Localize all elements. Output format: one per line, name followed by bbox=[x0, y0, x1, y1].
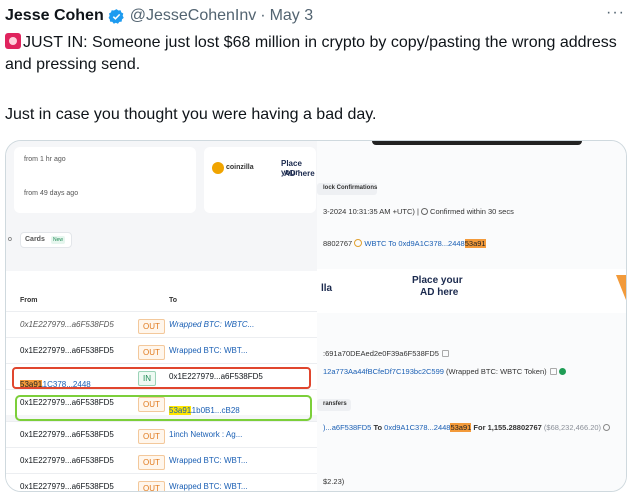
coinzilla-logo-icon bbox=[212, 162, 224, 174]
tabs-bar: o Cards New bbox=[6, 225, 317, 255]
table-row[interactable]: 0x1E227979...a6F538FD5 OUT Wrapped BTC: … bbox=[6, 337, 317, 363]
col-to: To bbox=[169, 297, 178, 304]
author-handle[interactable]: @JesseCohenInv bbox=[130, 7, 257, 25]
tweet-line2: Just in case you thought you were having… bbox=[5, 106, 377, 123]
new-badge: New bbox=[51, 236, 66, 244]
verified-badge-icon bbox=[108, 8, 124, 24]
explorer-right-panel: lock Confirmations 3-2024 10:31:35 AM +U… bbox=[317, 141, 626, 491]
row-from[interactable]: 0x1E227979...a6F538FD5 bbox=[20, 430, 114, 439]
row-from[interactable]: 0x1E227979...a6F538FD5 bbox=[20, 320, 114, 329]
row-from[interactable]: 0x1E227979...a6F538FD5 bbox=[20, 482, 114, 491]
col-from: From bbox=[20, 297, 38, 304]
tweet-media-image[interactable]: from 1 hr ago from 49 days ago coinzilla… bbox=[5, 140, 627, 492]
table-row[interactable]: 0x1E227979...a6F538FD5 OUT Wrapped BTC: … bbox=[6, 311, 317, 337]
ad-arrow-icon bbox=[616, 275, 626, 305]
direction-tag: OUT bbox=[138, 481, 165, 491]
more-options-icon[interactable]: ··· bbox=[606, 4, 625, 22]
clock-icon bbox=[421, 208, 429, 215]
table-header: From To bbox=[6, 271, 317, 311]
time-from-49days: from 49 days ago bbox=[24, 190, 79, 197]
address-row-1[interactable]: :691a70DEAed2e0F39a6F538FD5 bbox=[323, 349, 449, 358]
time-from-1hr: from 1 hr ago bbox=[24, 156, 66, 163]
ad-banner[interactable]: lla Place your AD here bbox=[317, 269, 626, 313]
direction-tag: OUT bbox=[138, 319, 165, 334]
bottom-value: $2.23) bbox=[323, 477, 345, 486]
explorer-left-panel: from 1 hr ago from 49 days ago coinzilla… bbox=[6, 141, 317, 491]
coinzilla-label: coinzilla bbox=[226, 164, 254, 171]
row-to[interactable]: Wrapped BTC: WBT... bbox=[169, 346, 248, 355]
ad-card[interactable]: coinzilla Place your AD here bbox=[204, 147, 316, 213]
direction-tag: OUT bbox=[138, 345, 165, 360]
row-to[interactable]: Wrapped BTC: WBT... bbox=[169, 456, 248, 465]
block-confirmations-label: lock Confirmations bbox=[323, 185, 378, 191]
tweet-date[interactable]: May 3 bbox=[270, 7, 314, 25]
address-row-2[interactable]: 12a773Aa44fBCfeDf7C193bc2C599 (Wrapped B… bbox=[323, 367, 566, 376]
tab-cards[interactable]: Cards New bbox=[20, 232, 72, 248]
ad-brand: lla bbox=[321, 283, 333, 294]
separator-dot: · bbox=[260, 7, 266, 24]
row-to[interactable]: Wrapped BTC: WBT... bbox=[169, 482, 248, 491]
table-row[interactable]: 0x1E227979...a6F538FD5 OUT Wrapped BTC: … bbox=[6, 473, 317, 491]
row-from[interactable]: 0x1E227979...a6F538FD5 bbox=[20, 346, 114, 355]
highlight-box-red bbox=[12, 367, 311, 389]
ad-here: AD here bbox=[420, 287, 459, 298]
transfers-label: ransfers bbox=[323, 401, 347, 407]
row-to[interactable]: Wrapped BTC: WBTC... bbox=[169, 320, 254, 329]
highlight-box-green bbox=[15, 395, 312, 421]
info-icon bbox=[603, 424, 611, 431]
time-card: from 1 hr ago from 49 days ago bbox=[14, 147, 196, 213]
copy-icon[interactable] bbox=[441, 350, 449, 357]
copy-icon[interactable] bbox=[549, 368, 557, 375]
tab-prev[interactable]: o bbox=[8, 236, 12, 243]
tweet-header: Jesse Cohen @JesseCohenInv · May 3 bbox=[5, 5, 629, 27]
ad-here: AD here bbox=[284, 169, 315, 178]
tweet-text: JUST IN: Someone just lost $68 million i… bbox=[5, 32, 625, 76]
tweet-line1: JUST IN: Someone just lost $68 million i… bbox=[5, 34, 617, 73]
verified-check-icon bbox=[558, 368, 566, 375]
transfer-row: )...a6F538FD5 To 0xd9A1C378...244853a91 … bbox=[323, 423, 611, 432]
direction-tag: OUT bbox=[138, 455, 165, 470]
amount-row: 8802767 WBTC To 0xd9A1C378...244853a91 bbox=[323, 239, 486, 248]
direction-tag: OUT bbox=[138, 429, 165, 444]
siren-icon bbox=[5, 33, 21, 49]
tab-cards-label: Cards bbox=[25, 236, 45, 243]
author-name[interactable]: Jesse Cohen bbox=[5, 7, 104, 25]
ad-place-your: Place your bbox=[412, 275, 463, 286]
row-to[interactable]: 1inch Network : Ag... bbox=[169, 430, 242, 439]
top-bar bbox=[372, 141, 582, 145]
table-row[interactable]: 0x1E227979...a6F538FD5 OUT 1inch Network… bbox=[6, 421, 317, 447]
timestamp-row: 3-2024 10:31:35 AM +UTC) | Confirmed wit… bbox=[323, 207, 514, 216]
wbtc-icon bbox=[354, 239, 363, 247]
row-from[interactable]: 0x1E227979...a6F538FD5 bbox=[20, 456, 114, 465]
table-row[interactable]: 0x1E227979...a6F538FD5 OUT Wrapped BTC: … bbox=[6, 447, 317, 473]
